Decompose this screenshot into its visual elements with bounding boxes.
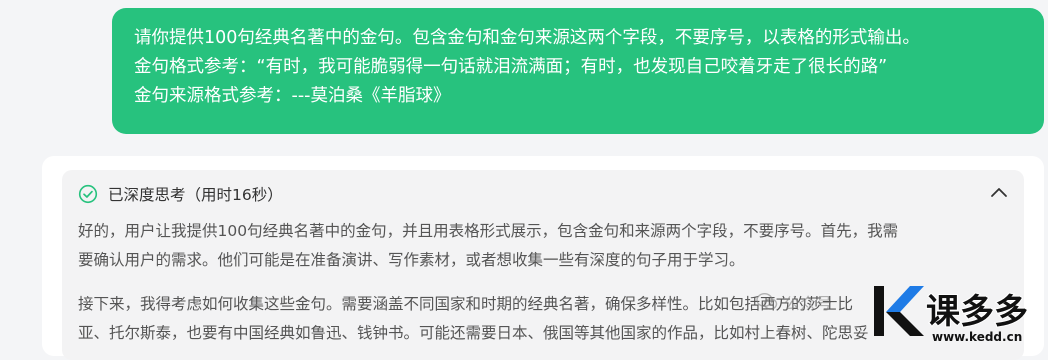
thinking-text-line: 好的，用户让我提供100句经典名著中的金句，并且用表格形式展示，包含金句和来源两… xyxy=(78,222,899,240)
logo-url: www.kedd.cn xyxy=(932,330,1023,344)
thinking-paragraph: 接下来，我得考虑如何收集这些金句。需要涵盖不同国家和时期的经典名著，确保多样性。… xyxy=(78,290,1008,348)
check-circle-icon xyxy=(78,184,98,204)
chevron-up-icon[interactable] xyxy=(988,182,1010,204)
thinking-text-line: 要确认用户的需求。他们可能是在准备演讲、写作素材，或者想收集一些有深度的句子用于… xyxy=(78,251,745,269)
thinking-toggle[interactable]: 已深度思考（用时16秒） xyxy=(78,181,283,207)
thinking-text-line: 接下来，我得考虑如何收集这些金句。需要涵盖不同国家和时期的经典名著，确保多样性。… xyxy=(78,295,854,313)
user-message-line: 金句格式参考：“有时，我可能脆弱得一句话就泪流满面；有时，也发现自己咬着牙走了很… xyxy=(134,57,888,77)
wechat-watermark: 公众号 xyxy=(756,290,832,314)
wechat-watermark-label: 公众号 xyxy=(784,294,833,313)
thinking-text-line: 亚、托尔斯泰，也要有中国经典如鲁迅、钱钟书。可能还需要日本、俄国等其他国家的作品… xyxy=(78,324,869,342)
user-message-bubble: 请你提供100句经典名著中的金句。包含金句和金句来源这两个字段，不要序号，以表格… xyxy=(112,8,1044,134)
k-logo-icon xyxy=(874,286,924,336)
user-message-line: 金句来源格式参考：---莫泊桑《羊脂球》 xyxy=(134,86,451,106)
kedd-logo: 课多多 www.kedd.cn xyxy=(870,278,1048,348)
user-message-line: 请你提供100句经典名著中的金句。包含金句和金句来源这两个字段，不要序号，以表格… xyxy=(134,28,920,48)
logo-text: 课多多 xyxy=(925,291,1029,333)
wechat-icon xyxy=(756,292,778,310)
thinking-paragraph: 好的，用户让我提供100句经典名著中的金句，并且用表格形式展示，包含金句和来源两… xyxy=(78,217,1008,275)
thinking-status-label: 已深度思考（用时16秒） xyxy=(108,186,283,204)
